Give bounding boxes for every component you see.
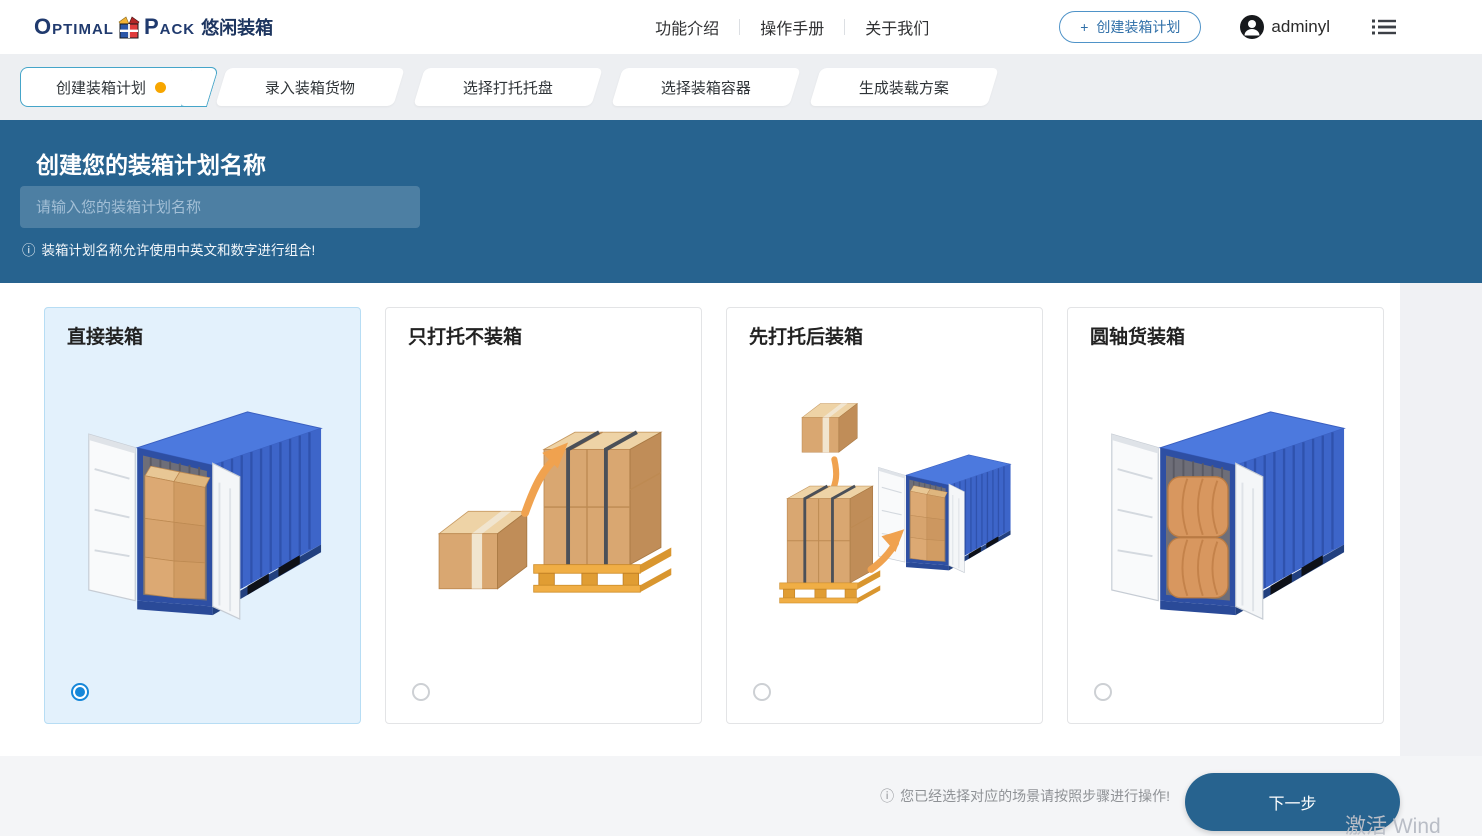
brand-word-optimal: OPTIMAL bbox=[34, 14, 114, 40]
menu-list-icon[interactable] bbox=[1372, 18, 1396, 36]
radio-palletize-then-pack[interactable] bbox=[753, 683, 771, 701]
radio-palletize-only[interactable] bbox=[412, 683, 430, 701]
card-title: 圆轴货装箱 bbox=[1090, 322, 1185, 349]
step-label: 选择装箱容器 bbox=[661, 77, 751, 98]
brand-cn: 悠闲装箱 bbox=[201, 14, 273, 40]
radio-direct-packing[interactable] bbox=[71, 683, 89, 701]
top-header: OPTIMAL PACK 悠闲装箱 功能介绍 操作手册 关于我们 + 创建装箱计… bbox=[0, 0, 1482, 54]
scenario-card-palletize-then-pack[interactable]: 先打托后装箱 bbox=[726, 307, 1043, 724]
panel-title: 创建您的装箱计划名称 bbox=[36, 146, 266, 180]
step-tab-select-pallet[interactable]: 选择打托托盘 bbox=[413, 68, 603, 106]
card-title: 先打托后装箱 bbox=[749, 322, 863, 349]
step-tab-enter-cargo[interactable]: 录入装箱货物 bbox=[215, 68, 405, 106]
active-step-dot bbox=[155, 82, 166, 93]
brand-logo[interactable]: OPTIMAL PACK 悠闲装箱 bbox=[34, 14, 273, 40]
scenario-card-direct-packing[interactable]: 直接装箱 bbox=[44, 307, 361, 724]
scenario-cards: 直接装箱 只打托不装箱 bbox=[44, 307, 1384, 724]
plan-name-panel: 创建您的装箱计划名称 ⓘ 装箱计划名称允许使用中英文和数字进行组合! bbox=[0, 120, 1482, 283]
step-bar: 创建装箱计划 录入装箱货物 选择打托托盘 选择装箱容器 生成装载方案 bbox=[0, 54, 1482, 120]
scenario-card-roll-cargo[interactable]: 圆轴货装箱 bbox=[1067, 307, 1384, 724]
brand-word-pack: PACK bbox=[144, 14, 195, 40]
footer-hint: ⓘ 您已经选择对应的场景请按照步骤进行操作! bbox=[880, 786, 1170, 806]
create-plan-button[interactable]: + 创建装箱计划 bbox=[1059, 11, 1201, 43]
nav-divider bbox=[844, 19, 845, 35]
plan-name-hint: ⓘ 装箱计划名称允许使用中英文和数字进行组合! bbox=[22, 239, 315, 259]
container-with-boxes-illustration bbox=[77, 380, 329, 620]
footer-bar: ⓘ 您已经选择对应的场景请按照步骤进行操作! 下一步 激活 Wind bbox=[0, 756, 1482, 836]
step-tab-select-container[interactable]: 选择装箱容器 bbox=[611, 68, 801, 106]
step-tab-create-plan[interactable]: 创建装箱计划 bbox=[20, 67, 201, 107]
nav-divider bbox=[739, 19, 740, 35]
nav-features[interactable]: 功能介绍 bbox=[655, 15, 719, 39]
pallet-stack-illustration bbox=[415, 380, 673, 616]
step-label: 生成装载方案 bbox=[859, 77, 949, 98]
avatar-icon bbox=[1239, 14, 1265, 40]
plan-name-input[interactable] bbox=[20, 186, 420, 228]
container-with-rolls-illustration bbox=[1100, 380, 1352, 620]
step-label: 录入装箱货物 bbox=[265, 77, 355, 98]
main-nav: 功能介绍 操作手册 关于我们 bbox=[655, 15, 929, 39]
plus-icon: + bbox=[1080, 19, 1088, 35]
scenario-section: 直接装箱 只打托不装箱 bbox=[0, 283, 1482, 756]
radio-roll-cargo[interactable] bbox=[1094, 683, 1112, 701]
step-label: 选择打托托盘 bbox=[463, 77, 553, 98]
package-logo-icon bbox=[116, 15, 142, 40]
nav-manual[interactable]: 操作手册 bbox=[760, 15, 824, 39]
username: adminyl bbox=[1271, 17, 1330, 37]
scenario-card-palletize-only[interactable]: 只打托不装箱 bbox=[385, 307, 702, 724]
info-icon: ⓘ bbox=[22, 239, 36, 259]
step-tab-generate-plan[interactable]: 生成装载方案 bbox=[809, 68, 999, 106]
pallet-to-container-illustration bbox=[754, 380, 1016, 620]
user-menu[interactable]: adminyl bbox=[1239, 14, 1330, 40]
windows-activation-watermark: 激活 Wind bbox=[1345, 810, 1441, 836]
card-title: 直接装箱 bbox=[67, 322, 143, 349]
card-title: 只打托不装箱 bbox=[408, 322, 522, 349]
info-icon: ⓘ bbox=[880, 786, 894, 806]
step-label: 创建装箱计划 bbox=[56, 77, 146, 98]
optimalpack-app: OPTIMAL PACK 悠闲装箱 功能介绍 操作手册 关于我们 + 创建装箱计… bbox=[0, 0, 1482, 836]
nav-about[interactable]: 关于我们 bbox=[865, 15, 929, 39]
